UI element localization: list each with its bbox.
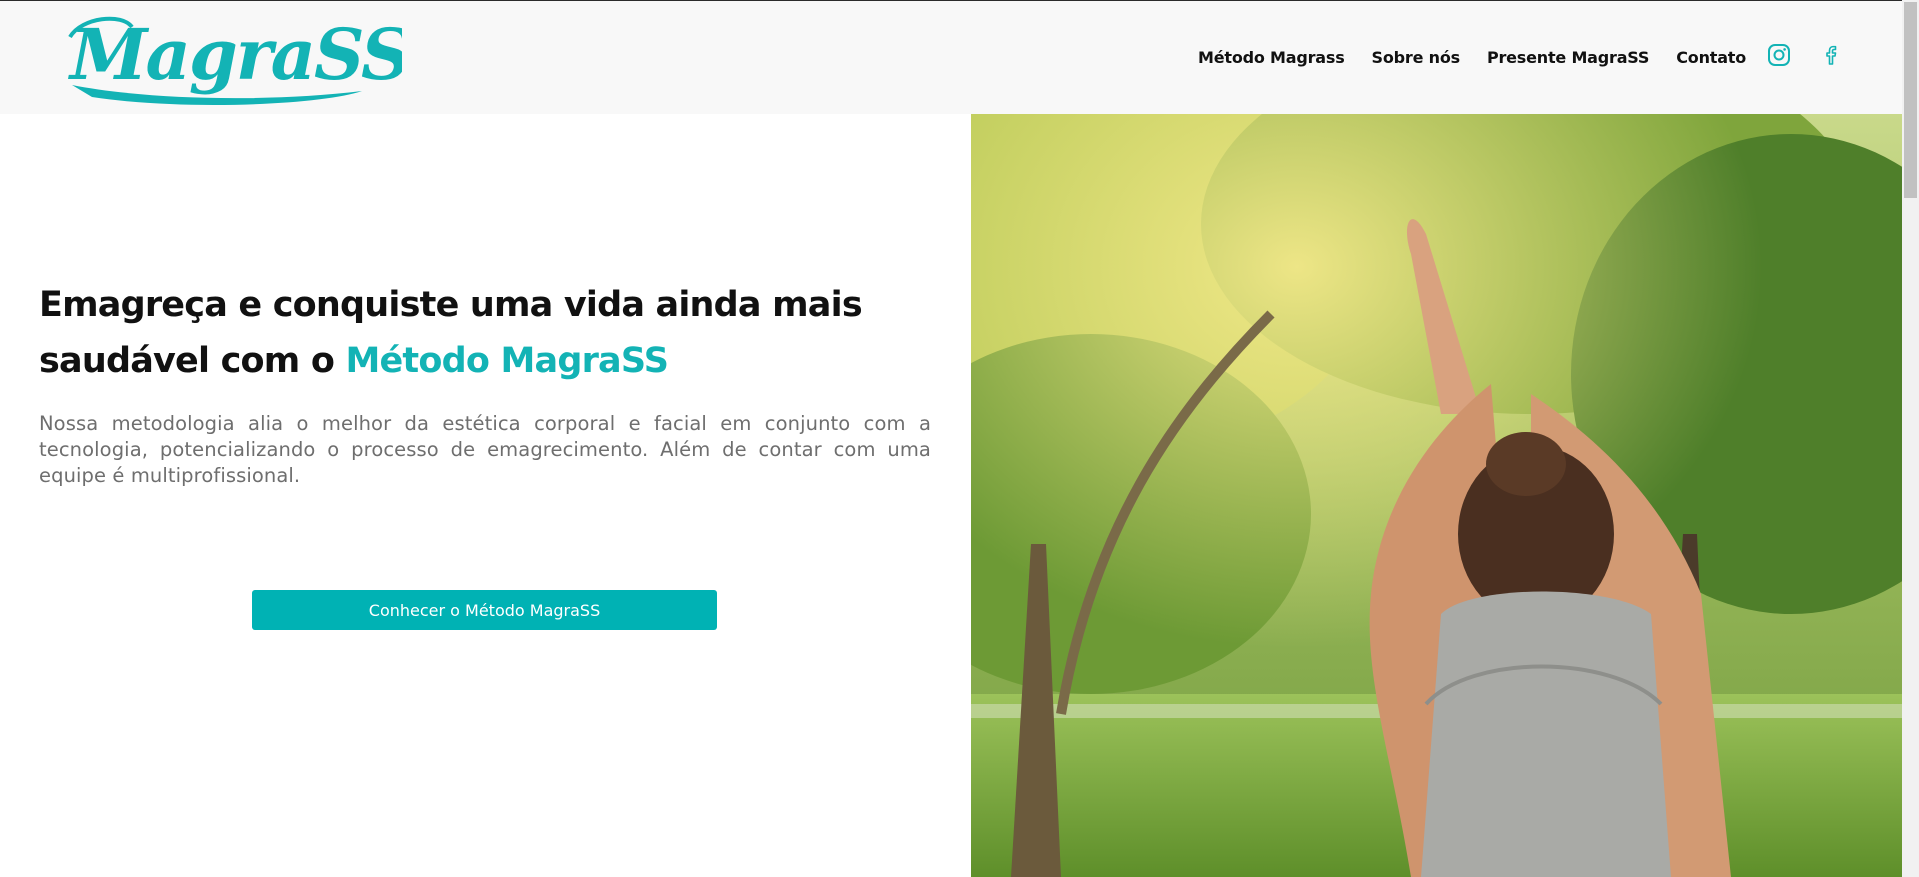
nav-presente-magrass[interactable]: Presente MagraSS <box>1487 48 1649 67</box>
main-nav: Método Magrass Sobre nós Presente MagraS… <box>1198 48 1746 67</box>
hero-section: Emagreça e conquiste uma vida ainda mais… <box>39 114 931 877</box>
facebook-icon <box>1826 45 1837 65</box>
svg-text:MagraSS: MagraSS <box>68 13 402 96</box>
facebook-link[interactable] <box>1819 43 1843 67</box>
instagram-link[interactable] <box>1767 43 1791 67</box>
hero-title: Emagreça e conquiste uma vida ainda mais… <box>39 277 939 389</box>
nav-sobre-nos[interactable]: Sobre nós <box>1372 48 1461 67</box>
hero-photo <box>971 114 1902 877</box>
page-scrollbar[interactable] <box>1902 0 1919 877</box>
hero-photo-woman-stretching-park <box>971 114 1902 877</box>
hero-description: Nossa metodologia alia o melhor da estét… <box>39 412 931 487</box>
scrollbar-thumb[interactable] <box>1904 2 1917 198</box>
hero-title-accent: Método MagraSS <box>345 341 669 381</box>
site-header: MagraSS Método Magrass Sobre nós Present… <box>0 1 1902 114</box>
conhecer-metodo-button[interactable]: Conhecer o Método MagraSS <box>252 590 717 630</box>
instagram-icon <box>1768 44 1790 66</box>
nav-contato[interactable]: Contato <box>1676 48 1746 67</box>
logo-wordmark-icon: MagraSS <box>68 13 402 105</box>
nav-metodo-magrass[interactable]: Método Magrass <box>1198 48 1345 67</box>
magrass-logo[interactable]: MagraSS <box>62 7 402 107</box>
